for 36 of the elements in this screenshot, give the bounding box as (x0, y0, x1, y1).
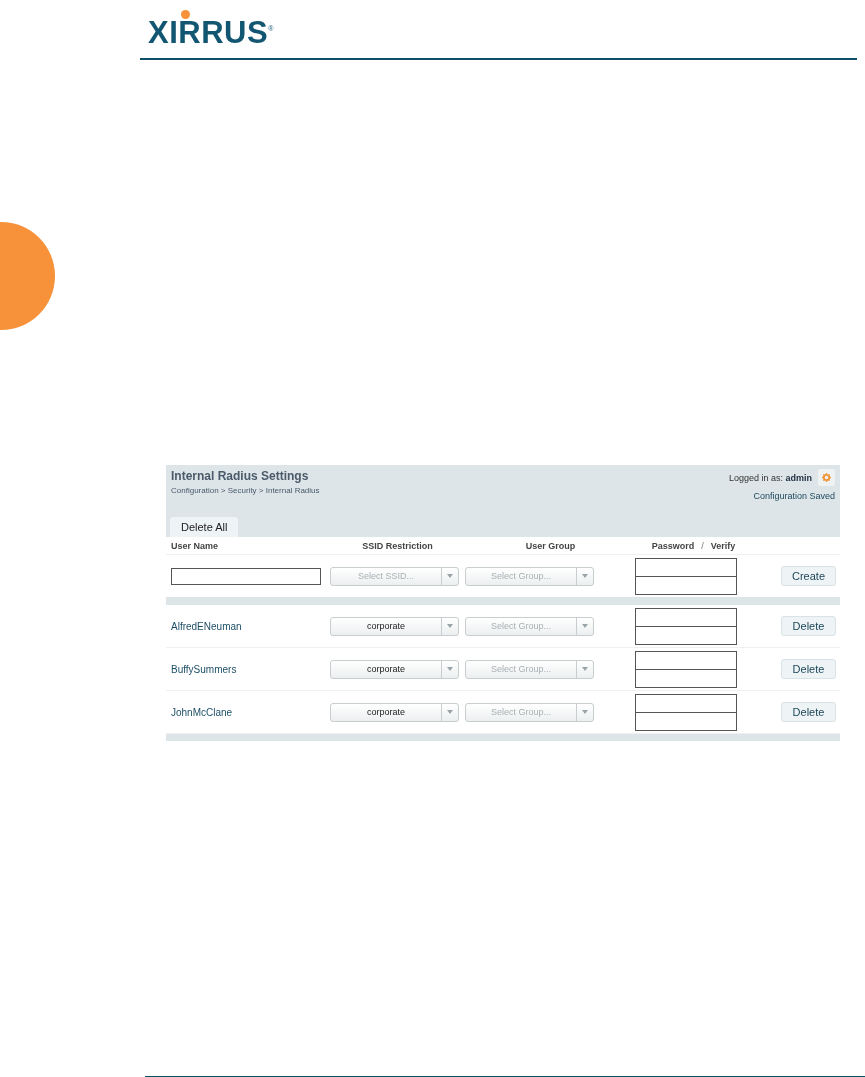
ssid-dropdown[interactable]: corporate (330, 702, 459, 722)
login-status: Logged in as: admin (728, 472, 812, 483)
delete-all-button[interactable]: Delete All (170, 517, 239, 537)
user-name: BuffySummers (171, 663, 238, 675)
password-field[interactable] (635, 650, 737, 669)
delete-button[interactable]: Delete (781, 616, 836, 636)
column-header: SSID Restriction (361, 540, 434, 551)
separator-text: / (701, 540, 704, 551)
panel-title: Internal Radius Settings (171, 469, 310, 483)
user-name: JohnMcClane (171, 706, 234, 718)
password-field[interactable] (635, 607, 737, 626)
password-field[interactable] (635, 557, 737, 576)
caret-down-icon (447, 574, 453, 578)
column-header: User Group (524, 540, 577, 551)
create-button[interactable]: Create (781, 566, 836, 586)
column-header: Password (651, 540, 695, 551)
column-header: Verify (710, 540, 736, 551)
gear-icon (822, 473, 831, 482)
caret-down-icon (582, 710, 588, 714)
delete-button[interactable]: Delete (781, 702, 836, 722)
caret-down-icon (447, 710, 453, 714)
user-name: AlfredENeuman (171, 620, 243, 632)
column-header: User Name (171, 540, 220, 551)
caret-down-icon (447, 624, 453, 628)
caret-down-icon (582, 667, 588, 671)
delete-button[interactable]: Delete (781, 659, 836, 679)
caret-down-icon (582, 574, 588, 578)
breadcrumb: Configuration > Security > Internal Radius (171, 486, 320, 495)
user-name-field[interactable] (171, 567, 321, 585)
ssid-dropdown[interactable]: corporate (330, 659, 459, 679)
password-field[interactable] (635, 693, 737, 712)
xirrus-logo: XIRRUS$^{®}$ (148, 10, 274, 49)
caret-down-icon (447, 667, 453, 671)
caret-down-icon (582, 624, 588, 628)
ssid-dropdown[interactable]: corporate (330, 616, 459, 636)
save-status: Configuration Saved (753, 491, 835, 501)
